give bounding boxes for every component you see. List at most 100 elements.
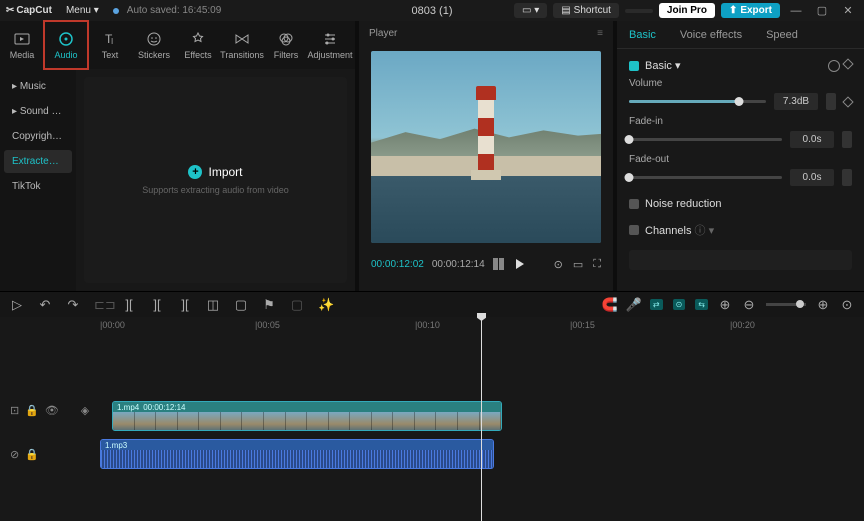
inspector-panel: Basic Voice effects Speed Basic ▾ Volume… <box>617 21 864 291</box>
volume-stepper[interactable] <box>826 93 836 110</box>
menu-button[interactable]: Menu ▾ <box>60 3 105 18</box>
sidebar-item-tiktok[interactable]: TikTok <box>4 175 72 198</box>
inspector-tab-voice[interactable]: Voice effects <box>668 21 754 48</box>
video-clip[interactable]: 1.mp4 00:00:12:14 <box>112 401 502 431</box>
export-button[interactable]: ⬆ Export <box>721 3 780 18</box>
zoom-out-icon[interactable]: ⊖ <box>742 297 756 313</box>
sidebar-item-extracted[interactable]: Extracted a... <box>4 150 72 173</box>
minimize-button[interactable]: — <box>786 5 806 17</box>
import-area[interactable]: +Import Supports extracting audio from v… <box>84 77 347 283</box>
fadein-slider[interactable] <box>629 138 782 141</box>
volume-slider[interactable] <box>629 100 766 103</box>
fadein-value[interactable]: 0.0s <box>790 131 834 148</box>
audio-clip[interactable]: 1.mp3 <box>100 439 494 469</box>
toggle-1[interactable]: ⇄ <box>650 299 663 310</box>
join-pro-button[interactable]: Join Pro <box>659 3 715 18</box>
tab-text[interactable]: TIText <box>88 21 132 69</box>
fadeout-stepper[interactable] <box>842 169 852 186</box>
ruler-tick: |00:00 <box>100 320 125 330</box>
play-button[interactable] <box>516 259 524 269</box>
scale-icon[interactable]: ⊙ <box>554 258 563 271</box>
app-logo: ✂ CapCut <box>6 5 52 16</box>
fadeout-value[interactable]: 0.0s <box>790 169 834 186</box>
preview-quality-icon[interactable] <box>493 258 504 270</box>
sidebar-item-copyright[interactable]: Copyright c... <box>4 125 72 148</box>
clip-name: 1.mp4 <box>117 403 139 412</box>
tab-media[interactable]: Media <box>0 21 44 69</box>
ai-tool[interactable]: ✨ <box>318 297 332 313</box>
link-icon[interactable]: ⊕ <box>718 297 732 313</box>
zoom-in-icon[interactable]: ⊕ <box>816 297 830 313</box>
timeline[interactable]: |00:00 |00:05 |00:10 |00:15 |00:20 ⊡ 🔒 👁… <box>0 317 864 521</box>
tab-transitions[interactable]: Transitions <box>220 21 264 69</box>
sidebar-item-soundfx[interactable]: ▸ Sound eff... <box>4 100 72 123</box>
video-track-head: ⊡ 🔒 👁 <box>0 395 60 425</box>
track-edge[interactable]: ◈ <box>75 395 95 425</box>
track-lock-icon[interactable]: 🔒 <box>25 448 39 461</box>
select-tool[interactable]: ▷ <box>10 297 24 313</box>
toggle-3[interactable]: ⇆ <box>695 299 708 310</box>
close-button[interactable]: ✕ <box>838 4 858 17</box>
disabled-tool: ▢ <box>290 297 304 313</box>
trim-tool[interactable]: ][ <box>178 297 192 312</box>
fadeout-slider[interactable] <box>629 176 782 179</box>
channels-dropdown[interactable] <box>629 250 852 270</box>
crop-tool[interactable]: ◫ <box>206 297 220 313</box>
mic-icon[interactable]: 🎤 <box>626 297 640 313</box>
channels-checkbox[interactable] <box>629 225 639 235</box>
player-title: Player <box>369 28 397 39</box>
tab-audio[interactable]: Audio <box>44 21 88 69</box>
inspector-tab-speed[interactable]: Speed <box>754 21 810 48</box>
import-button[interactable]: +Import <box>188 165 242 179</box>
tab-adjustment[interactable]: Adjustment <box>308 21 352 69</box>
noise-checkbox[interactable] <box>629 199 639 209</box>
track-mute-icon[interactable]: ⊘ <box>10 448 19 461</box>
clip-name: 1.mp3 <box>105 441 127 450</box>
track-visible-icon[interactable]: 👁 <box>45 404 59 417</box>
ratio-icon[interactable]: ▭ <box>573 258 583 271</box>
aspect-button[interactable]: ▭ ▾ <box>514 3 547 18</box>
split-left-tool[interactable]: ]​[ <box>122 297 136 312</box>
video-preview[interactable] <box>371 51 601 243</box>
volume-value[interactable]: 7.3dB <box>774 93 818 110</box>
tab-stickers[interactable]: Stickers <box>132 21 176 69</box>
inspector-tab-basic[interactable]: Basic <box>617 21 668 48</box>
magnet-icon[interactable]: 🧲 <box>602 297 616 313</box>
tab-filters[interactable]: Filters <box>264 21 308 69</box>
undo-tool[interactable]: ↶ <box>38 297 52 313</box>
player-panel: Player ≡ 00:00:12:02 00:00:12:14 ⊙ ▭ ⛶ <box>359 21 613 291</box>
panel-tabs: Media Audio TIText Stickers Effects Tran… <box>0 21 355 69</box>
playhead[interactable] <box>481 317 482 521</box>
split-tool[interactable]: ⊏⊐ <box>94 297 108 313</box>
split-right-tool[interactable]: ]​[ <box>150 297 164 312</box>
fadein-stepper[interactable] <box>842 131 852 148</box>
import-subtitle: Supports extracting audio from video <box>142 185 289 195</box>
shortcut-button[interactable]: ▤ Shortcut <box>553 3 619 18</box>
player-menu-icon[interactable]: ≡ <box>597 28 603 39</box>
track-lock-icon[interactable]: 🔒 <box>25 404 39 417</box>
basic-section-label: Basic ▾ <box>645 59 680 72</box>
channels-label: Channels ⓘ ▾ <box>645 222 714 238</box>
toggle-2[interactable]: ⊙ <box>673 299 686 310</box>
sidebar-item-music[interactable]: ▸ Music <box>4 75 72 98</box>
zoom-slider[interactable] <box>766 303 806 306</box>
tab-effects[interactable]: Effects <box>176 21 220 69</box>
mirror-tool[interactable]: ▢ <box>234 297 248 313</box>
volume-keyframe-icon[interactable] <box>842 96 853 107</box>
maximize-button[interactable]: ▢ <box>812 4 832 17</box>
redo-tool[interactable]: ↷ <box>66 297 80 313</box>
basic-checkbox[interactable] <box>629 61 639 71</box>
noise-label: Noise reduction <box>645 198 721 210</box>
audio-sidebar: ▸ Music ▸ Sound eff... Copyright c... Ex… <box>0 69 76 291</box>
save-indicator-icon <box>113 8 119 14</box>
project-title: 0803 (1) <box>412 5 453 17</box>
fullscreen-icon[interactable]: ⛶ <box>593 258 601 271</box>
fit-icon[interactable]: ⊙ <box>840 297 854 313</box>
keyframe-basic-icon[interactable] <box>842 58 853 69</box>
account-pill[interactable] <box>625 9 653 13</box>
flag-tool[interactable]: ⚑ <box>262 297 276 313</box>
timecode-total: 00:00:12:14 <box>432 259 485 270</box>
plus-icon: + <box>188 165 202 179</box>
reset-basic-icon[interactable] <box>828 60 840 72</box>
track-toggle-icon[interactable]: ⊡ <box>10 404 19 417</box>
